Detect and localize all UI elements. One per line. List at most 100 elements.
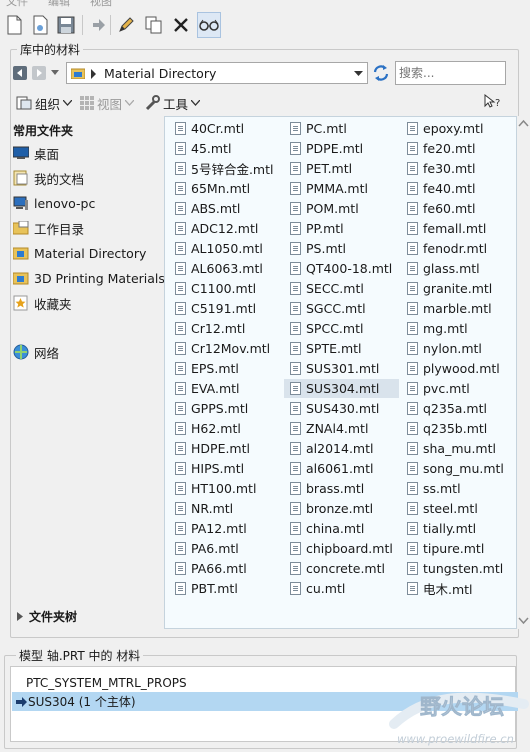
file-item[interactable]: PMMA.mtl xyxy=(284,179,399,198)
chevron-down-icon[interactable] xyxy=(354,71,363,77)
menu-view[interactable]: 视图 xyxy=(90,0,112,9)
file-item[interactable]: PP.mtl xyxy=(284,219,399,238)
file-item[interactable]: SPCC.mtl xyxy=(284,319,399,338)
file-item[interactable]: PA6.mtl xyxy=(169,539,275,558)
refresh-button[interactable] xyxy=(371,63,391,83)
file-item[interactable]: tially.mtl xyxy=(401,519,515,538)
forward-nav-button[interactable] xyxy=(32,66,46,80)
file-item[interactable]: PS.mtl xyxy=(284,239,399,258)
file-item[interactable]: brass.mtl xyxy=(284,479,399,498)
file-item[interactable]: SGCC.mtl xyxy=(284,299,399,318)
file-item[interactable]: 45.mtl xyxy=(169,139,275,158)
tools-menu[interactable]: 工具 xyxy=(144,94,201,112)
file-item[interactable]: fe40.mtl xyxy=(401,179,515,198)
file-item[interactable]: GPPS.mtl xyxy=(169,399,275,418)
file-item[interactable]: PA12.mtl xyxy=(169,519,275,538)
file-item[interactable]: china.mtl xyxy=(284,519,399,538)
file-item[interactable]: mg.mtl xyxy=(401,319,515,338)
file-item[interactable]: ABS.mtl xyxy=(169,199,275,218)
file-item[interactable]: EPS.mtl xyxy=(169,359,275,378)
sidebar-item-3d-printing[interactable]: 3D Printing Materials xyxy=(13,269,165,287)
file-item[interactable]: C1100.mtl xyxy=(169,279,275,298)
sidebar-item-desktop[interactable]: 桌面 xyxy=(13,144,59,162)
delete-button[interactable] xyxy=(169,12,193,38)
file-item[interactable]: nylon.mtl xyxy=(401,339,515,358)
scroll-up-icon[interactable] xyxy=(517,118,530,130)
back-button[interactable] xyxy=(13,66,27,80)
history-dropdown[interactable] xyxy=(50,66,60,80)
sidebar-item-favorites[interactable]: 收藏夹 xyxy=(13,294,72,312)
file-item[interactable]: al6061.mtl xyxy=(284,459,399,478)
file-item[interactable]: C5191.mtl xyxy=(169,299,275,318)
file-item[interactable]: Cr12.mtl xyxy=(169,319,275,338)
sidebar-item-material-directory[interactable]: Material Directory xyxy=(13,244,146,262)
file-item[interactable]: SUS301.mtl xyxy=(284,359,399,378)
file-item[interactable]: SPTE.mtl xyxy=(284,339,399,358)
file-item[interactable]: bronze.mtl xyxy=(284,499,399,518)
menu-edit[interactable]: 编辑 xyxy=(48,0,70,9)
file-item[interactable]: POM.mtl xyxy=(284,199,399,218)
file-item[interactable]: glass.mtl xyxy=(401,259,515,278)
file-item[interactable]: ADC12.mtl xyxy=(169,219,275,238)
file-item[interactable]: HIPS.mtl xyxy=(169,459,275,478)
file-item[interactable]: 65Mn.mtl xyxy=(169,179,275,198)
file-item[interactable]: PC.mtl xyxy=(284,119,399,138)
file-item[interactable]: granite.mtl xyxy=(401,279,515,298)
file-item[interactable]: PDPE.mtl xyxy=(284,139,399,158)
sidebar-item-working-dir[interactable]: 工作目录 xyxy=(13,219,84,237)
file-item[interactable]: fe20.mtl xyxy=(401,139,515,158)
view-button[interactable] xyxy=(197,12,221,38)
file-item[interactable]: QT400-18.mtl xyxy=(284,259,399,278)
copy-button[interactable] xyxy=(142,12,166,38)
sidebar-item-computer[interactable]: lenovo-pc xyxy=(13,194,95,212)
file-item[interactable]: q235a.mtl xyxy=(401,399,515,418)
edit-button[interactable] xyxy=(114,12,138,38)
save-button[interactable] xyxy=(54,12,78,38)
organize-menu[interactable]: 组织 xyxy=(16,94,73,112)
file-item[interactable]: EVA.mtl xyxy=(169,379,275,398)
file-item[interactable]: plywood.mtl xyxy=(401,359,515,378)
file-item[interactable]: q235b.mtl xyxy=(401,419,515,438)
file-item[interactable]: femall.mtl xyxy=(401,219,515,238)
file-item[interactable]: ZNAl4.mtl xyxy=(284,419,399,438)
file-item[interactable]: NR.mtl xyxy=(169,499,275,518)
file-item[interactable]: chipboard.mtl xyxy=(284,539,399,558)
file-item[interactable]: concrete.mtl xyxy=(284,559,399,578)
file-item[interactable]: pvc.mtl xyxy=(401,379,515,398)
file-item[interactable]: cu.mtl xyxy=(284,579,399,598)
file-item[interactable]: Cr12Mov.mtl xyxy=(169,339,275,358)
file-item[interactable]: PBT.mtl xyxy=(169,579,275,598)
file-item[interactable]: marble.mtl xyxy=(401,299,515,318)
file-item[interactable]: HDPE.mtl xyxy=(169,439,275,458)
file-item[interactable]: PET.mtl xyxy=(284,159,399,178)
vertical-scrollbar[interactable] xyxy=(517,116,530,629)
file-item-selected[interactable]: SUS304.mtl xyxy=(284,379,399,398)
address-bar[interactable]: Material Directory xyxy=(66,62,368,84)
file-item[interactable]: AL1050.mtl xyxy=(169,239,275,258)
file-item[interactable]: H62.mtl xyxy=(169,419,275,438)
file-item[interactable]: 40Cr.mtl xyxy=(169,119,275,138)
file-item[interactable]: SECC.mtl xyxy=(284,279,399,298)
file-item[interactable]: tipure.mtl xyxy=(401,539,515,558)
folder-tree-toggle[interactable]: 文件夹树 xyxy=(17,607,77,625)
search-input[interactable] xyxy=(395,61,506,85)
sidebar-item-documents[interactable]: 我的文档 xyxy=(13,169,84,187)
file-item[interactable]: epoxy.mtl xyxy=(401,119,515,138)
file-item[interactable]: SUS430.mtl xyxy=(284,399,399,418)
file-item[interactable]: HT100.mtl xyxy=(169,479,275,498)
scroll-down-icon[interactable] xyxy=(517,615,530,627)
sidebar-item-network[interactable]: 网络 xyxy=(13,343,59,361)
file-item[interactable]: AL6063.mtl xyxy=(169,259,275,278)
views-menu[interactable]: 视图 xyxy=(80,94,135,112)
file-item[interactable]: fe30.mtl xyxy=(401,159,515,178)
file-item[interactable]: fenodr.mtl xyxy=(401,239,515,258)
file-item[interactable]: ss.mtl xyxy=(401,479,515,498)
menu-file[interactable]: 文件 xyxy=(6,0,28,9)
new-file-button[interactable] xyxy=(2,12,26,38)
help-cursor-button[interactable]: ? xyxy=(484,93,502,113)
file-item[interactable]: 5号锌合金.mtl xyxy=(169,159,275,178)
file-item[interactable]: sha_mu.mtl xyxy=(401,439,515,458)
new-from-template-button[interactable] xyxy=(28,12,52,38)
file-item[interactable]: song_mu.mtl xyxy=(401,459,515,478)
file-item[interactable]: al2014.mtl xyxy=(284,439,399,458)
